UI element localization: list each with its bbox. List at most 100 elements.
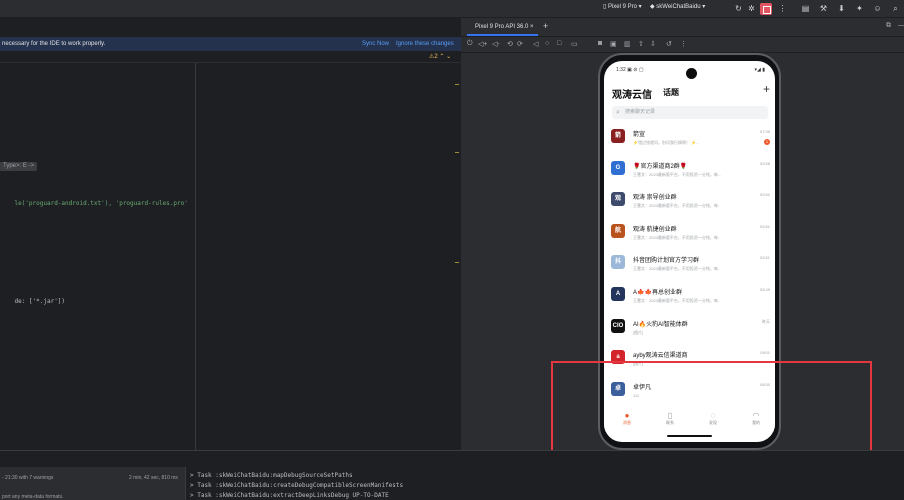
- rotate-left-icon[interactable]: ⟲: [507, 40, 513, 48]
- avatar: 箭: [611, 129, 625, 143]
- code-editor[interactable]: [0, 18, 461, 450]
- conversation-preview: [图片]: [633, 329, 644, 335]
- conversation-name: 🌹官方渠道商2群🌹: [633, 163, 688, 170]
- volume-down-icon[interactable]: ◁-: [492, 40, 500, 48]
- device-tab-label: Pixel 9 Pro API 36.0: [475, 24, 529, 30]
- device-tab[interactable]: Pixel 9 Pro API 36.0 ×: [467, 18, 538, 36]
- conversation-name: AI🔥火豹AI智能体群: [633, 321, 688, 328]
- gradle-sync-banner: necessary for the IDE to work properly. …: [0, 37, 461, 51]
- conversation-name: A🍁🍁再总创业群: [633, 290, 682, 296]
- avatar: 抖: [611, 255, 625, 270]
- banner-message: necessary for the IDE to work properly.: [2, 41, 106, 47]
- conversation-time: 03:49: [759, 287, 770, 292]
- running-devices-tabs: Pixel 9 Pro API 36.0 × + ⧉ —: [461, 18, 904, 36]
- conversation-name: ayby观涛云信渠道商: [633, 353, 688, 360]
- conversation-time: 03:51: [759, 223, 770, 229]
- account-icon[interactable]: ☺: [872, 3, 883, 14]
- task-line: > Task :skWeiChatBaidu:createDebugCompat…: [190, 482, 404, 489]
- stop-button[interactable]: [760, 3, 772, 15]
- power-icon[interactable]: ⏻: [467, 40, 473, 48]
- highlight-box: [551, 361, 872, 453]
- split-divider[interactable]: [195, 63, 196, 450]
- conversation-preview: ⚡错过钱就问，别问我行情啊！ ⚡...: [633, 140, 700, 145]
- conversation-item[interactable]: 航 观涛 航捷创业群 王慧文：2023最新版平台，不用投资一分钱，每... 03:51: [604, 219, 775, 251]
- title-bar: ▯ Pixel 9 Pro ▾ ◆ skWeiChatBaidu ▾ ↻ ✲ ⋮…: [0, 0, 904, 18]
- camera-cutout: [686, 68, 697, 79]
- back-icon[interactable]: ◁: [533, 40, 538, 48]
- search-icon[interactable]: ⌕: [890, 3, 901, 14]
- expand-icon[interactable]: ⧉: [886, 22, 891, 30]
- status-time: 1:32 ▣ ⊘ ▢: [616, 67, 644, 73]
- scroll-marker: [455, 262, 459, 263]
- conversation-item[interactable]: CIO AI🔥火豹AI智能体群 [图片] 昨天: [604, 314, 775, 346]
- conversation-item[interactable]: 抖 抖音团购计划官方学习群 王慧文：2023最新版平台，不用投资一分钱，每... 03…: [604, 250, 775, 282]
- conversation-name: 抖音团购计划官方学习群: [633, 258, 700, 265]
- add-icon[interactable]: +: [543, 21, 548, 31]
- conversation-time: 09/11: [760, 350, 770, 356]
- conversation-preview: 王慧文：2023最新版平台，不用投资一分钱，每...: [633, 171, 722, 177]
- run-config-label: skWeiChatBaidu: [656, 4, 701, 10]
- fold-icon[interactable]: ▭: [571, 40, 578, 48]
- home-icon[interactable]: ○: [545, 40, 549, 47]
- sync-now-link[interactable]: Sync Now: [362, 37, 389, 51]
- conversation-time: 03:52: [759, 192, 770, 198]
- build-sub-message: port any meta-data formats.: [2, 494, 64, 500]
- topic-tab[interactable]: 话题: [663, 87, 679, 98]
- device-label: Pixel 9 Pro: [607, 4, 637, 10]
- download-icon[interactable]: ⇩: [650, 40, 656, 48]
- overview-icon[interactable]: □: [557, 40, 561, 47]
- close-icon[interactable]: ×: [530, 24, 534, 30]
- profiler-icon[interactable]: ⚒: [818, 3, 829, 14]
- task-line: > Task :skWeiChatBaidu:extractDeepLinksD…: [190, 492, 389, 499]
- debug-icon[interactable]: ✲: [746, 3, 757, 14]
- avatar: A: [611, 287, 625, 301]
- conversation-preview: 王慧文：2023最新版平台，不用投资一分钱，每...: [633, 266, 722, 272]
- upload-icon[interactable]: ⇧: [638, 40, 644, 48]
- record-icon[interactable]: ▣: [610, 40, 617, 48]
- rotate-right-icon[interactable]: ⟳: [517, 40, 523, 48]
- conversation-preview: 王慧文：2023最新版平台，不用投资一分钱，每...: [633, 234, 722, 240]
- editor-status-bar: ⚠2 ⌃ ⌄: [0, 51, 461, 63]
- minimize-icon[interactable]: —: [898, 22, 904, 29]
- status-icons: ▾◢ ▮: [754, 67, 766, 73]
- avatar: G: [611, 160, 625, 175]
- volume-up-icon[interactable]: ◁+: [478, 40, 487, 48]
- sdk-manager-icon[interactable]: ⬇: [836, 3, 847, 14]
- conversation-preview: 王慧文：2023最新版平台，不用投资一分钱，每...: [633, 298, 722, 303]
- ignore-changes-link[interactable]: Ignore these changes: [396, 37, 454, 51]
- emulator-toolbar: ⏻ ◁+ ◁- ⟲ ⟳ ◁ ○ □ ▭ ◙ ▣ ▥ ⇧ ⇩ ↺ ⋮: [461, 36, 904, 53]
- undo-icon[interactable]: ↺: [666, 40, 672, 48]
- conversation-item[interactable]: 观 观涛 崇导创业群 王慧文：2023最新版平台，不用投资一分钱，每... 03:52: [604, 187, 775, 219]
- search-placeholder: 搜索聊天记录: [625, 109, 656, 115]
- conversation-item[interactable]: A A🍁🍁再总创业群王慧文：2023最新版平台，不用投资一分钱，每... 03:49: [604, 282, 775, 314]
- device-manager-icon[interactable]: ▤: [800, 3, 811, 14]
- rerun-icon[interactable]: ↻: [733, 3, 744, 14]
- plugins-icon[interactable]: ✦: [854, 3, 865, 14]
- time-text: 1:32: [616, 67, 626, 73]
- screenshot-icon[interactable]: ◙: [598, 40, 602, 47]
- warning-indicator[interactable]: ⚠2 ⌃ ⌄: [429, 53, 451, 60]
- scroll-marker: [455, 84, 459, 85]
- snapshot-icon[interactable]: ▥: [624, 40, 631, 48]
- build-status: - 21:30 with 7 warnings: [2, 475, 54, 481]
- conversation-item[interactable]: G 🌹官方渠道商2群🌹 王慧文：2023最新版平台，不用投资一分钱，每... 03:5…: [604, 156, 775, 188]
- code-line: le('proguard-android.txt'), 'proguard-ru…: [0, 193, 188, 214]
- avatar: 观: [611, 192, 625, 207]
- device-selector[interactable]: ▯ Pixel 9 Pro ▾: [603, 3, 642, 10]
- conversation-time: 昨天: [762, 318, 770, 324]
- run-config-selector[interactable]: ◆ skWeiChatBaidu ▾: [650, 3, 705, 10]
- conversation-name: 观涛 航捷创业群: [633, 226, 677, 233]
- conversation-name: 观涛 崇导创业群: [633, 195, 677, 202]
- search-input[interactable]: 搜索聊天记录: [612, 106, 768, 119]
- add-icon[interactable]: +: [763, 82, 770, 96]
- scroll-marker: [455, 152, 459, 153]
- warning-count: 2: [434, 54, 438, 60]
- more-vert-icon[interactable]: ⋮: [777, 3, 788, 14]
- inlay-type-hint: Type>: E ->: [0, 162, 38, 171]
- conversation-item[interactable]: 箭 箭宣 ⚡错过钱就问，别问我行情啊！ ⚡... 07:39 1: [604, 124, 775, 156]
- code-line: de: ['*.jar']): [0, 291, 65, 312]
- unread-badge: 1: [764, 139, 770, 145]
- build-tree[interactable]: - 21:30 with 7 warnings 2 min, 42 sec, 8…: [0, 467, 186, 500]
- code-text-1: le('proguard-android.txt'), 'proguard-ru…: [14, 200, 188, 207]
- more-icon[interactable]: ⋮: [680, 40, 687, 48]
